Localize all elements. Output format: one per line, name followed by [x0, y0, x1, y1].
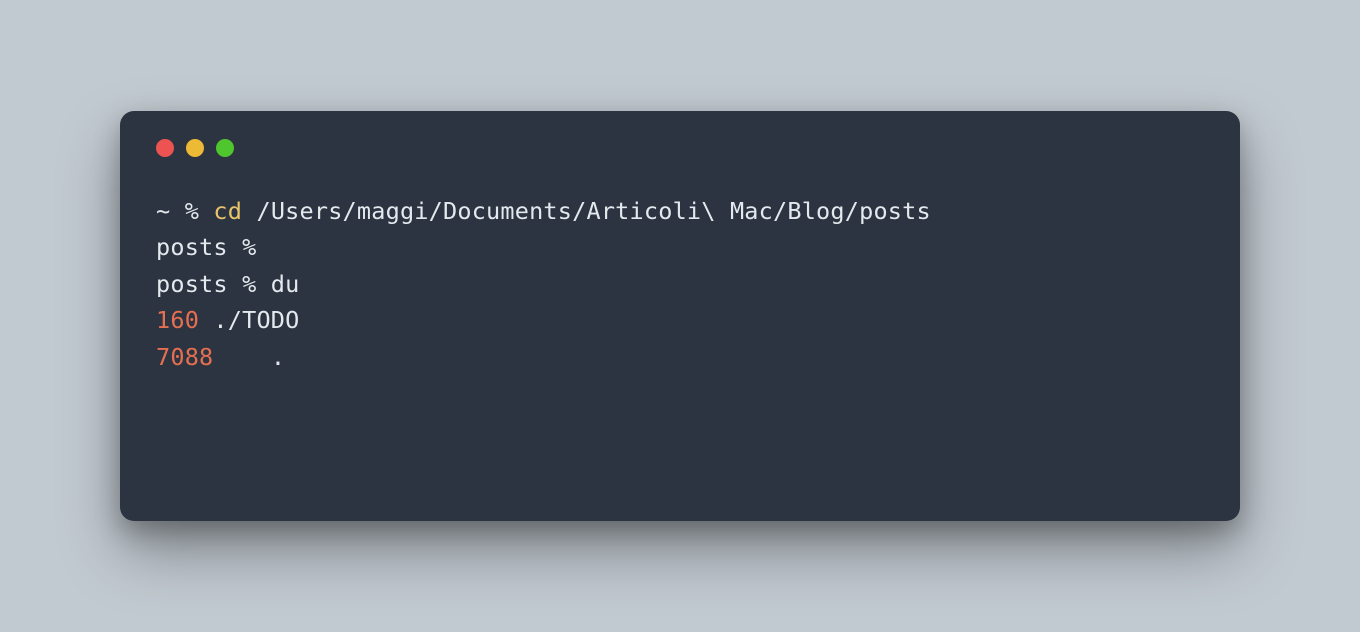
terminal-window: ~ % cd /Users/maggi/Documents/Articoli\ … [120, 111, 1240, 521]
output-size: 160 [156, 306, 199, 334]
output-path: ./TODO [213, 306, 299, 334]
terminal-body[interactable]: ~ % cd /Users/maggi/Documents/Articoli\ … [156, 193, 1204, 375]
output-line: 160 ./TODO [156, 306, 300, 334]
output-path: . [271, 343, 285, 371]
output-size: 7088 [156, 343, 213, 371]
command-arg: /Users/maggi/Documents/Articoli\ Mac/Blo… [256, 197, 930, 225]
terminal-line: posts % [156, 233, 256, 261]
terminal-line: ~ % cd /Users/maggi/Documents/Articoli\ … [156, 197, 931, 225]
close-icon[interactable] [156, 139, 174, 157]
prompt: ~ % [156, 197, 199, 225]
prompt: posts % [156, 233, 256, 261]
window-controls [156, 139, 1204, 157]
minimize-icon[interactable] [186, 139, 204, 157]
prompt: posts % [156, 270, 256, 298]
command: cd [213, 197, 242, 225]
output-line: 7088 . [156, 343, 285, 371]
terminal-line: posts % du [156, 270, 300, 298]
command: du [271, 270, 300, 298]
maximize-icon[interactable] [216, 139, 234, 157]
